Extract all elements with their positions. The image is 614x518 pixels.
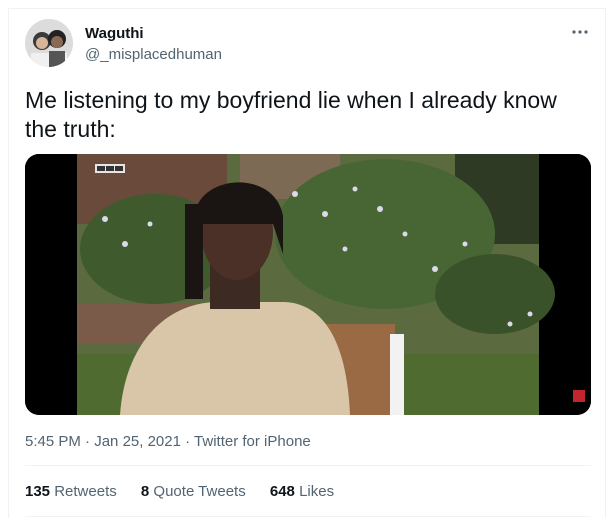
meta-separator: · [85, 433, 91, 450]
author-handle[interactable]: @_misplacedhuman [85, 46, 222, 63]
tweet-card: Waguthi @_misplacedhuman Me listening to… [8, 8, 606, 518]
avatar-image [25, 19, 73, 67]
divider [25, 516, 591, 517]
quote-tweets-count: 8 [140, 483, 150, 500]
tweet-stats: 135 Retweets 8 Quote Tweets 648 Likes [25, 483, 354, 500]
likes-stat[interactable]: 648 Likes [270, 483, 334, 500]
media-image [25, 154, 591, 415]
likes-label: Likes [299, 483, 335, 500]
tweet-date[interactable]: Jan 25, 2021 [94, 433, 181, 450]
quote-tweets-stat[interactable]: 8 Quote Tweets [141, 483, 250, 500]
retweets-label: Retweets [54, 483, 117, 500]
tweet-meta: 5:45 PM · Jan 25, 2021 · Twitter for iPh… [25, 433, 311, 450]
avatar[interactable] [25, 19, 73, 67]
tweet-media-video-still[interactable] [25, 154, 591, 415]
retweets-count: 135 [25, 483, 51, 500]
tweet-time[interactable]: 5:45 PM [25, 433, 81, 450]
more-horizontal-icon[interactable] [569, 23, 591, 41]
retweets-stat[interactable]: 135 Retweets [25, 483, 121, 500]
likes-count: 648 [269, 483, 295, 500]
divider [25, 465, 591, 466]
author-name[interactable]: Waguthi [85, 25, 144, 42]
meta-separator: · [185, 433, 191, 450]
tweet-source[interactable]: Twitter for iPhone [194, 433, 311, 450]
quote-tweets-label: Quote Tweets [153, 483, 246, 500]
tweet-text: Me listening to my boyfriend lie when I … [25, 87, 557, 142]
